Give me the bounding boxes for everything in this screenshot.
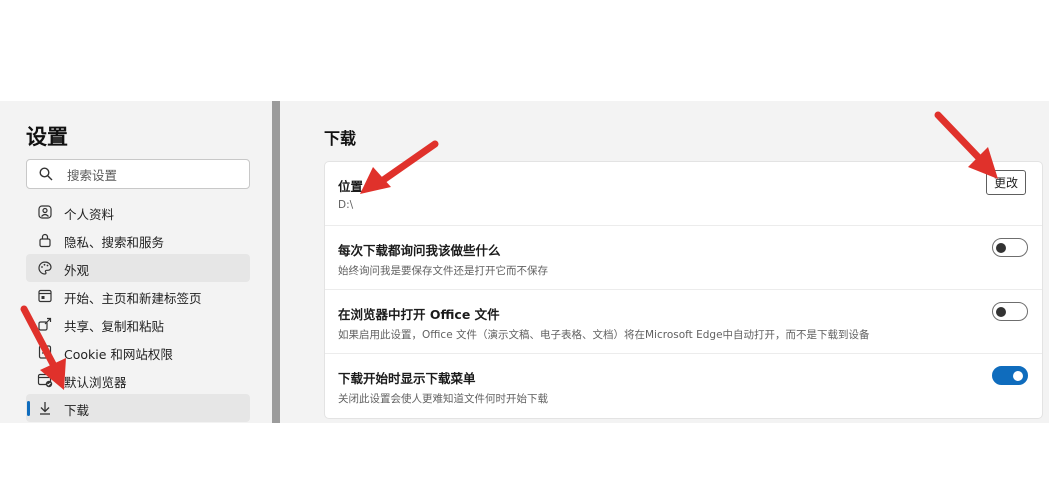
sidebar-item-label: 下载 <box>64 403 90 418</box>
toggle-knob <box>1013 370 1023 381</box>
open-office-desc: 如果启用此设置，Office 文件（演示文稿、电子表格、文档）将在Microso… <box>338 329 870 341</box>
open-office-toggle[interactable] <box>992 302 1028 321</box>
downloads-settings-card: 位置 D:\ 更改 每次下载都询问我该做些什么 始终询问我是要保存文件还是打开它… <box>324 161 1043 419</box>
start-page-icon <box>37 288 53 304</box>
arrow-icon <box>20 305 66 390</box>
show-download-menu-desc: 关闭此设置会使人更难知道文件何时开始下载 <box>338 393 548 405</box>
toggle-knob <box>996 242 1006 253</box>
show-download-menu-row: 下载开始时显示下载菜单 关闭此设置会使人更难知道文件何时开始下载 <box>325 354 1042 417</box>
search-input[interactable] <box>65 163 239 187</box>
location-path: D:\ <box>338 199 354 211</box>
ask-each-time-row: 每次下载都询问我该做些什么 始终询问我是要保存文件还是打开它而不保存 <box>325 226 1042 290</box>
sidebar-item-profile[interactable]: 个人资料 <box>26 198 250 226</box>
sidebar-item-label: 开始、主页和新建标签页 <box>64 291 202 306</box>
sidebar-item-label: 隐私、搜索和服务 <box>64 235 165 250</box>
sidebar-item-label: 外观 <box>64 263 90 278</box>
sidebar-item-label: 个人资料 <box>64 207 115 222</box>
palette-icon <box>37 260 53 276</box>
sidebar-item-label: Cookie 和网站权限 <box>64 347 173 362</box>
sidebar-item-privacy[interactable]: 隐私、搜索和服务 <box>26 226 250 254</box>
show-download-menu-toggle[interactable] <box>992 366 1028 385</box>
show-download-menu-title: 下载开始时显示下载菜单 <box>338 371 476 386</box>
download-icon <box>37 400 53 416</box>
profile-icon <box>37 204 53 220</box>
sidebar-item-appearance[interactable]: 外观 <box>26 254 250 282</box>
open-office-row: 在浏览器中打开 Office 文件 如果启用此设置，Office 文件（演示文稿… <box>325 290 1042 354</box>
arrow-icon <box>360 140 439 194</box>
open-office-title: 在浏览器中打开 Office 文件 <box>338 307 500 322</box>
sidebar-title: 设置 <box>26 125 68 149</box>
page-title: 下载 <box>324 129 357 148</box>
lock-icon <box>37 232 53 248</box>
ask-each-time-toggle[interactable] <box>992 238 1028 257</box>
arrow-icon <box>934 111 998 179</box>
toggle-knob <box>996 306 1006 317</box>
sidebar-item-downloads[interactable]: 下载 <box>26 394 250 422</box>
sidebar-item-label: 共享、复制和粘贴 <box>64 319 165 334</box>
ask-each-time-desc: 始终询问我是要保存文件还是打开它而不保存 <box>338 265 548 277</box>
ask-each-time-title: 每次下载都询问我该做些什么 <box>338 243 501 258</box>
search-icon <box>39 166 53 185</box>
settings-window: 设置 个人资料 隐私、搜索和服务 <box>0 101 1049 423</box>
pane-divider[interactable] <box>272 101 280 423</box>
search-box[interactable] <box>26 159 250 189</box>
